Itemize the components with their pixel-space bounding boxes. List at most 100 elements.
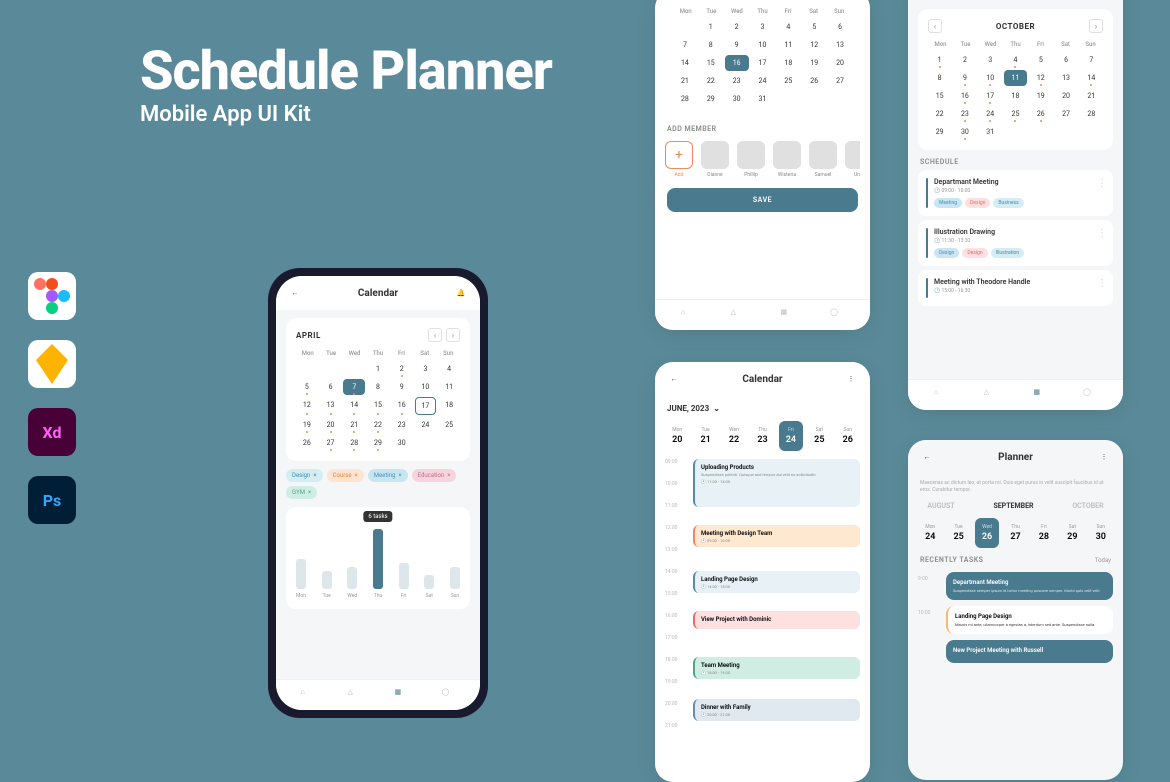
save-button[interactable]: SAVE <box>667 188 858 212</box>
day-cell[interactable]: 22 <box>367 417 389 433</box>
day-cell[interactable]: 30 <box>391 435 413 451</box>
chart-bar[interactable] <box>424 575 434 589</box>
event-card[interactable]: Meeting with Theodore Handle🕐 15:00 - 16… <box>918 270 1113 306</box>
week-day[interactable]: Tue21 <box>693 421 717 451</box>
calendar-nav-icon[interactable]: ▦ <box>395 688 409 702</box>
filter-tag[interactable]: Education× <box>412 469 457 482</box>
day-cell[interactable]: 27 <box>320 435 342 451</box>
day-cell[interactable]: 16 <box>953 88 976 104</box>
day-cell[interactable]: 15 <box>699 55 723 71</box>
next-month-icon[interactable]: › <box>1089 19 1103 33</box>
back-icon[interactable]: ← <box>667 372 681 386</box>
week-day[interactable]: Sat25 <box>807 421 831 451</box>
day-cell[interactable]: 19 <box>296 417 318 433</box>
day-cell[interactable]: 11 <box>438 379 460 395</box>
day-cell[interactable]: 7 <box>1080 52 1103 68</box>
day-cell[interactable]: 13 <box>320 397 342 415</box>
day-cell[interactable]: 30 <box>953 124 976 140</box>
chart-bar[interactable] <box>296 559 306 589</box>
day-cell[interactable]: 30 <box>725 91 749 107</box>
month-tab[interactable]: OCTOBER <box>1072 502 1103 510</box>
profile-icon[interactable]: ◯ <box>1083 388 1097 402</box>
day-cell[interactable]: 24 <box>979 106 1002 122</box>
day-cell[interactable]: 12 <box>802 37 826 53</box>
day-cell[interactable]: 17 <box>415 397 437 415</box>
prev-month-icon[interactable]: ‹ <box>928 19 942 33</box>
day-cell[interactable]: 11 <box>1004 70 1027 86</box>
week-day[interactable]: Wed26 <box>975 518 999 548</box>
day-cell[interactable]: 4 <box>438 361 460 377</box>
timeline-task[interactable]: Meeting with Design Team🕐 09:00 - 10:00 <box>693 525 860 547</box>
chart-bar[interactable] <box>373 529 383 589</box>
day-cell[interactable]: 31 <box>979 124 1002 140</box>
task-card[interactable]: New Project Meeting with Russell <box>946 640 1113 663</box>
week-day[interactable]: Mon24 <box>918 518 942 548</box>
bell-icon[interactable]: 🔔 <box>454 286 468 300</box>
day-cell[interactable]: 31 <box>751 91 775 107</box>
day-cell[interactable]: 2 <box>953 52 976 68</box>
day-cell[interactable]: 21 <box>1080 88 1103 104</box>
day-cell[interactable]: 19 <box>802 55 826 71</box>
day-cell[interactable]: 8 <box>367 379 389 395</box>
day-cell[interactable]: 5 <box>296 379 318 395</box>
day-cell[interactable]: 28 <box>1080 106 1103 122</box>
day-cell[interactable]: 18 <box>1004 88 1027 104</box>
day-cell[interactable]: 14 <box>343 397 365 415</box>
day-cell[interactable]: 2 <box>391 361 413 377</box>
week-day[interactable]: Fri24 <box>779 421 803 451</box>
day-cell[interactable]: 15 <box>367 397 389 415</box>
member-avatar[interactable]: Ursu <box>845 141 860 178</box>
day-cell[interactable]: 24 <box>415 417 437 433</box>
month-year[interactable]: JUNE, 2023 ⌄ <box>667 404 858 413</box>
filter-tag[interactable]: GYM× <box>286 486 317 499</box>
prev-month-icon[interactable]: ‹ <box>428 328 442 342</box>
next-month-icon[interactable]: › <box>446 328 460 342</box>
day-cell[interactable]: 29 <box>928 124 951 140</box>
day-cell[interactable]: 8 <box>699 37 723 53</box>
day-cell[interactable]: 14 <box>1080 70 1103 86</box>
chart-bar[interactable] <box>322 571 332 589</box>
day-cell[interactable]: 27 <box>1054 106 1077 122</box>
remove-tag-icon[interactable]: × <box>447 472 450 479</box>
day-cell[interactable]: 5 <box>802 19 826 35</box>
day-cell[interactable]: 29 <box>367 435 389 451</box>
bell-nav-icon[interactable]: △ <box>984 388 998 402</box>
day-cell[interactable]: 17 <box>979 88 1002 104</box>
day-cell[interactable]: 20 <box>320 417 342 433</box>
week-day[interactable]: Thu27 <box>1003 518 1027 548</box>
day-cell[interactable]: 11 <box>776 37 800 53</box>
task-card[interactable]: Departmant MeetingSuspendisse semper ips… <box>946 572 1113 600</box>
day-cell[interactable]: 1 <box>699 19 723 35</box>
profile-icon[interactable]: ◯ <box>830 308 844 322</box>
day-cell[interactable]: 1 <box>367 361 389 377</box>
day-cell[interactable]: 20 <box>1054 88 1077 104</box>
calendar-nav-icon[interactable]: ▦ <box>1033 388 1047 402</box>
day-cell[interactable]: 14 <box>673 55 697 71</box>
menu-icon[interactable]: ⋮ <box>1097 450 1111 464</box>
event-menu-icon[interactable]: ⋮ <box>1097 178 1107 189</box>
day-cell[interactable]: 20 <box>828 55 852 71</box>
member-avatar[interactable]: Phillip <box>737 141 765 178</box>
day-cell[interactable]: 28 <box>343 435 365 451</box>
week-day[interactable]: Fri28 <box>1032 518 1056 548</box>
timeline-task[interactable]: Landing Page Design🕐 14:00 - 15:00 <box>693 571 860 593</box>
member-avatar[interactable]: Dianne <box>701 141 729 178</box>
profile-icon[interactable]: ◯ <box>442 688 456 702</box>
day-cell[interactable]: 7 <box>343 379 365 395</box>
filter-tag[interactable]: Design× <box>286 469 323 482</box>
day-cell[interactable]: 16 <box>391 397 413 415</box>
day-cell[interactable]: 1 <box>928 52 951 68</box>
day-cell[interactable]: 22 <box>699 73 723 89</box>
day-cell[interactable]: 3 <box>751 19 775 35</box>
month-tab[interactable]: AUGUST <box>927 502 954 510</box>
day-cell[interactable]: 8 <box>928 70 951 86</box>
day-cell[interactable]: 12 <box>1029 70 1052 86</box>
day-cell[interactable]: 12 <box>296 397 318 415</box>
day-cell[interactable]: 15 <box>928 88 951 104</box>
day-cell[interactable]: 10 <box>979 70 1002 86</box>
day-cell[interactable]: 7 <box>673 37 697 53</box>
bell-nav-icon[interactable]: △ <box>348 688 362 702</box>
day-cell[interactable]: 19 <box>1029 88 1052 104</box>
day-cell[interactable]: 17 <box>751 55 775 71</box>
day-cell[interactable]: 26 <box>296 435 318 451</box>
